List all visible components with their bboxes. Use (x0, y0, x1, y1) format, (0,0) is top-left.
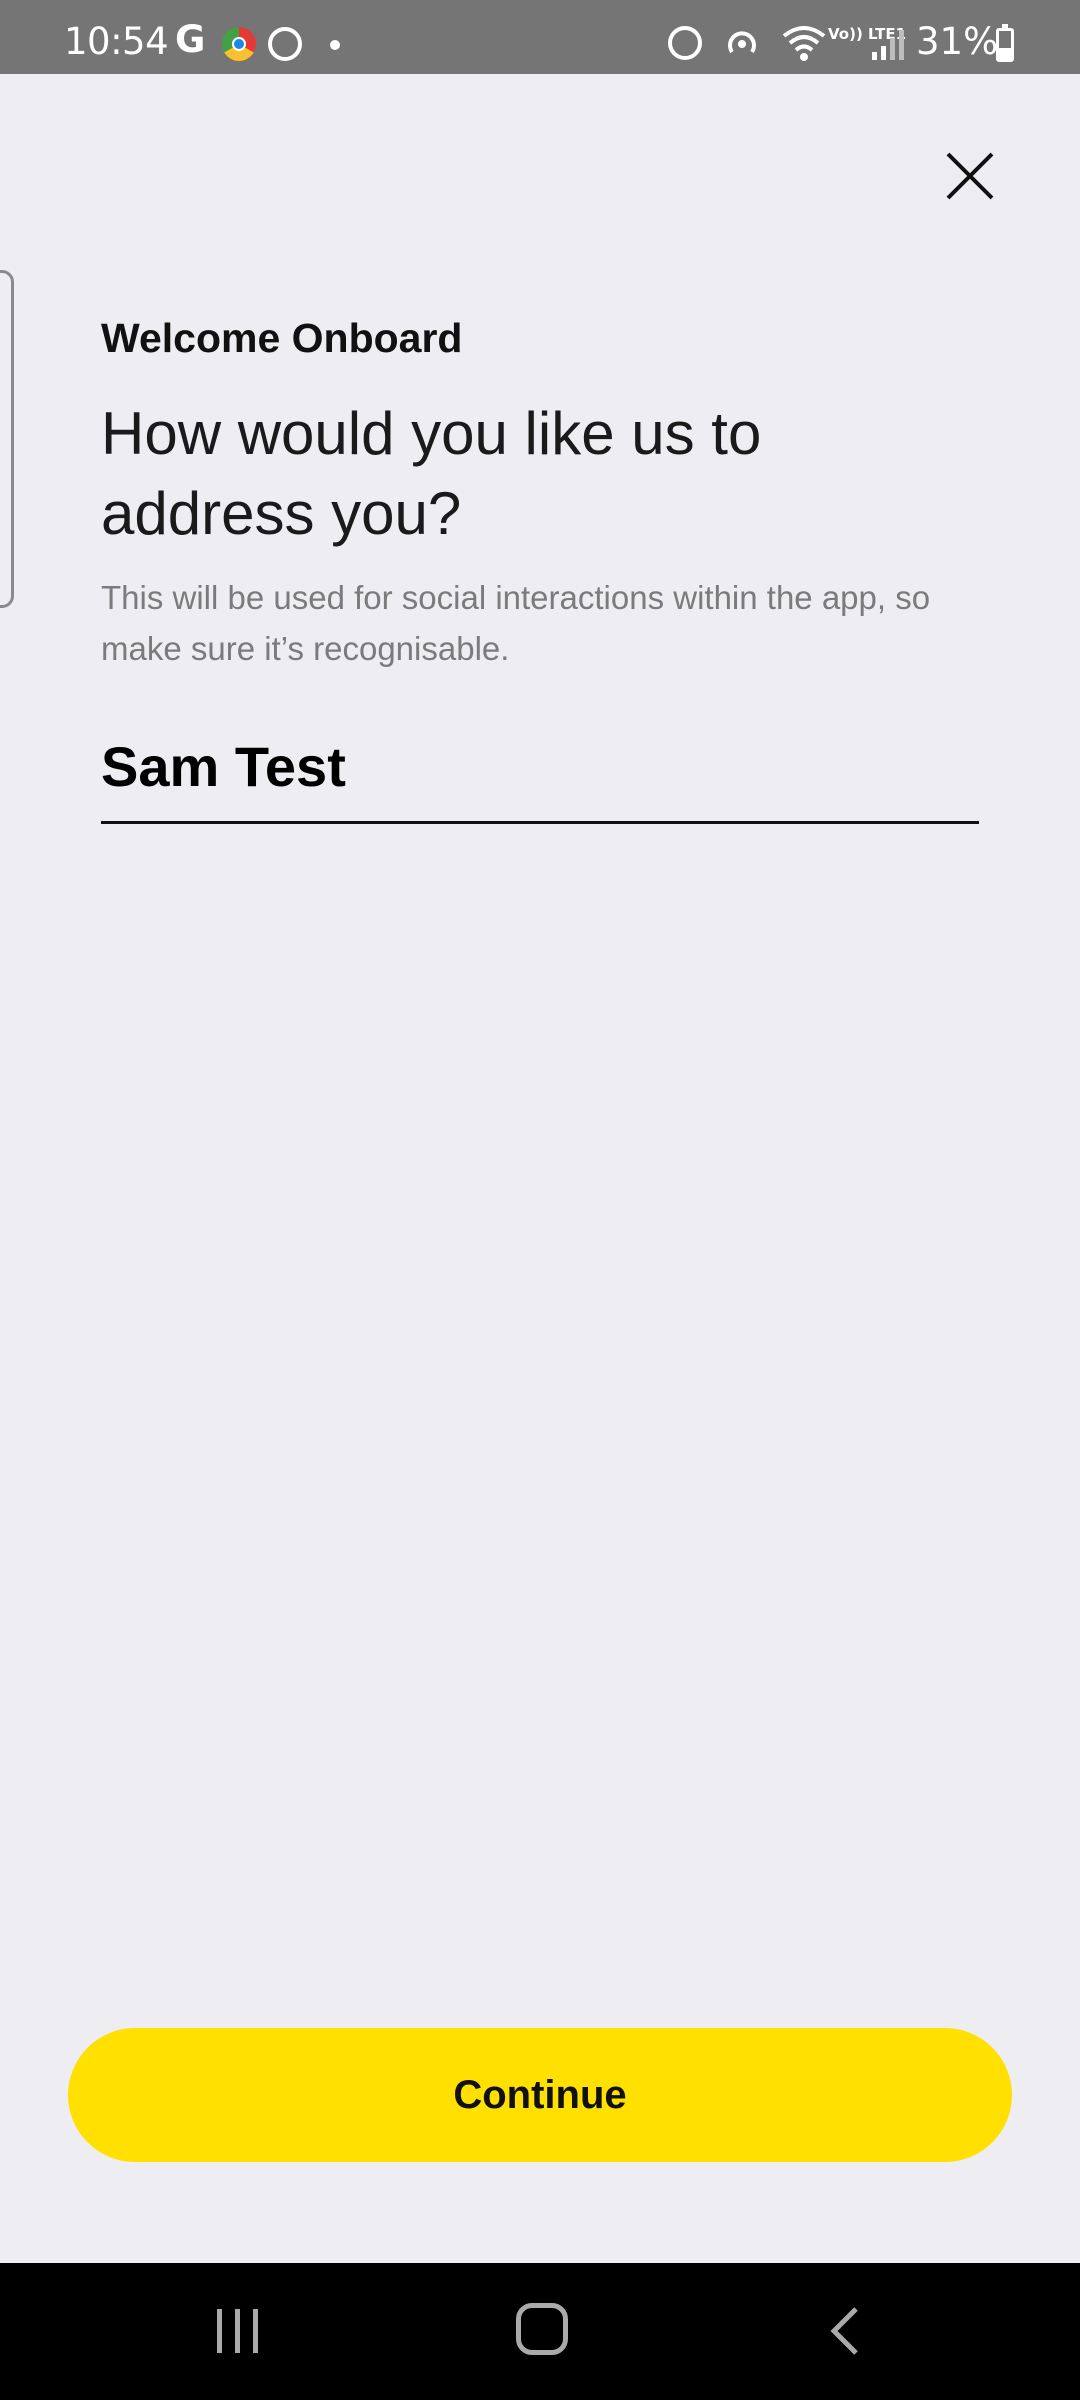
status-time: 10:54 (64, 20, 169, 63)
welcome-label: Welcome Onboard (101, 315, 463, 361)
chrome-icon (222, 27, 256, 61)
hotspot-icon (728, 31, 756, 54)
whatsapp-icon (268, 27, 302, 61)
back-icon[interactable] (826, 2303, 866, 2359)
signal-icon (872, 30, 904, 60)
battery-percent: 31% (916, 20, 999, 63)
page-title: How would you like us to address you? (101, 400, 762, 547)
edge-panel-handle[interactable] (0, 270, 14, 608)
close-icon[interactable] (940, 146, 1000, 206)
status-bar: 10:54 G Vo)) LTE1 31% (0, 0, 1080, 74)
home-icon[interactable] (516, 2303, 568, 2355)
google-icon: G (175, 18, 206, 61)
recent-apps-icon[interactable] (213, 2307, 263, 2355)
wifi-icon (782, 26, 826, 61)
alarm-icon (668, 26, 702, 60)
display-name-input[interactable] (101, 712, 979, 824)
continue-button[interactable]: Continue (68, 2028, 1012, 2162)
battery-icon (996, 24, 1014, 62)
helper-text: This will be used for social interaction… (101, 579, 931, 667)
more-notifications-dot-icon (330, 40, 340, 50)
system-nav-bar (0, 2263, 1080, 2400)
